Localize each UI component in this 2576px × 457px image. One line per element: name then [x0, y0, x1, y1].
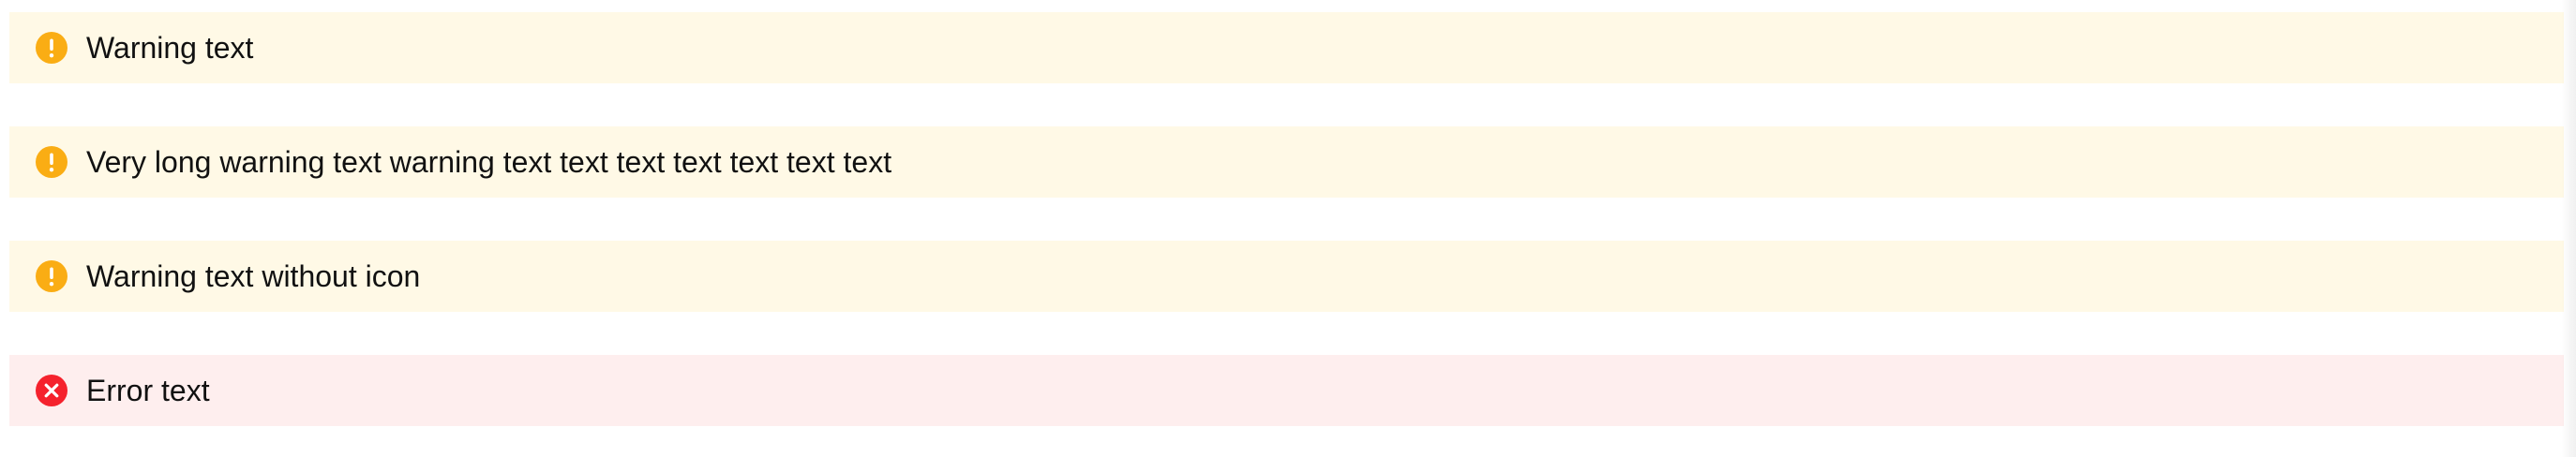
warning-alert-text: Warning text: [86, 31, 254, 65]
error-alert-text: Error text: [86, 374, 210, 407]
close-icon: [36, 375, 67, 406]
long-warning-alert: Very long warning text warning text text…: [9, 126, 2564, 198]
right-edge-shadow: [2561, 0, 2576, 457]
error-alert: Error text: [9, 355, 2564, 426]
long-warning-alert-text: Very long warning text warning text text…: [86, 145, 892, 179]
alert-list: Warning text Very long warning text warn…: [9, 12, 2564, 426]
exclamation-icon: [36, 146, 67, 178]
warning-alert: Warning text: [9, 12, 2564, 83]
warning-without-icon-alert-text: Warning text without icon: [86, 259, 421, 293]
exclamation-icon: [36, 260, 67, 292]
warning-without-icon-alert: Warning text without icon: [9, 241, 2564, 312]
exclamation-icon: [36, 32, 67, 64]
